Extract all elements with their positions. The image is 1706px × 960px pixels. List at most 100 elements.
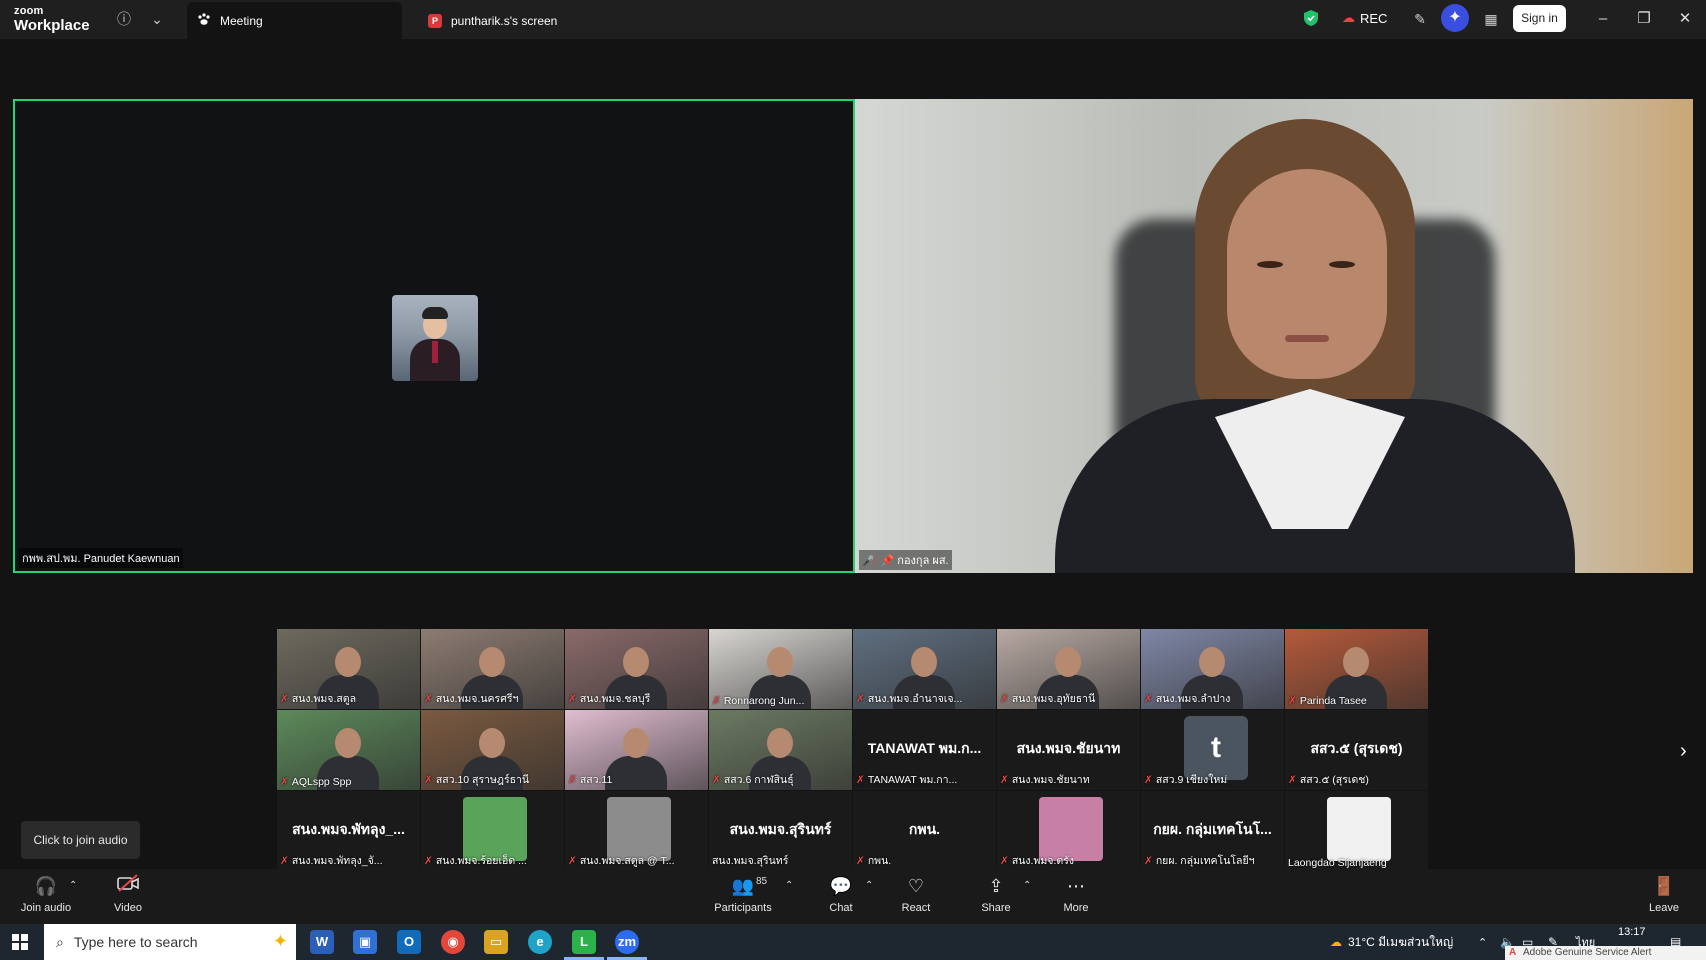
file-explorer-icon[interactable]: ▭ <box>484 930 508 954</box>
participant-tile[interactable]: ✗ สนง.พมจ.อำนาจเจ... <box>853 629 996 709</box>
participant-tile[interactable]: ✗ สสว.10 สุราษฎร์ธานี <box>421 710 564 790</box>
store-icon[interactable]: ▣ <box>353 930 377 954</box>
participant-tile[interactable]: ✗ สนง.พมจ.ตรัง <box>997 791 1140 871</box>
video-label: Video <box>114 902 142 914</box>
participant-tile[interactable]: ✗ สนง.พมจ.อุทัยธานี <box>997 629 1140 709</box>
chevron-down-icon[interactable]: ⌄ <box>147 9 167 29</box>
chat-button[interactable]: 💬 Chat <box>826 874 856 914</box>
sign-in-button[interactable]: Sign in <box>1513 5 1566 32</box>
participant-tile[interactable]: ✗ สนง.พมจ.ลำปาง <box>1141 629 1284 709</box>
participant-name-label: ✗ สนง.พมจ.สตูล <box>280 690 356 707</box>
rec-label: REC <box>1360 10 1388 26</box>
info-icon[interactable]: ⓘ <box>114 9 134 29</box>
tab-meeting[interactable]: Meeting <box>187 2 402 39</box>
outlook-icon[interactable]: O <box>397 930 421 954</box>
participant-name-text: กพน. <box>867 855 892 867</box>
search-highlight-icon: ✦ <box>272 931 288 951</box>
word-icon[interactable]: W <box>310 930 334 954</box>
participants-count-badge: 85 <box>756 876 768 887</box>
tab-shared-screen[interactable]: P puntharik.s's screen <box>418 2 633 39</box>
participant-tile[interactable]: ✗ สนง.พมจ.ร้อยเอ็ด ... <box>421 791 564 871</box>
share-caret-icon[interactable]: ⌃ <box>1023 880 1031 891</box>
participant-name-text: สสว.6 กาฬสินธุ์ <box>723 774 794 786</box>
ai-companion-icon[interactable]: ✦ <box>1441 4 1469 32</box>
participant-tile[interactable]: Laongdao Sijanjaeng <box>1285 791 1428 871</box>
weather-cloud-icon: ☁ <box>1330 935 1342 949</box>
chat-caret-icon[interactable]: ⌃ <box>865 880 873 891</box>
encryption-shield-icon[interactable] <box>1303 9 1319 32</box>
video-tile-active-speaker[interactable]: กพพ.สป.พม. Panudet Kaewnuan <box>13 99 855 573</box>
chrome-icon[interactable]: ◉ <box>441 930 465 954</box>
mic-muted-icon: ✗ <box>856 774 865 786</box>
line-icon[interactable]: L <box>564 930 604 960</box>
weather-widget[interactable]: ☁ 31°C มีเมฆส่วนใหญ่ <box>1330 924 1453 960</box>
participant-tile[interactable]: ✗ สนง.พมจ.สตูล <box>277 629 420 709</box>
participant-tile[interactable]: ✗ สนง.พมจ.สตูล @ T... <box>565 791 708 871</box>
mic-muted-icon: ✗ <box>280 855 289 867</box>
chevron-right-icon[interactable]: › <box>1680 740 1687 763</box>
participant-tile[interactable]: กยผ. กลุ่มเทคโนโ... ✗ กยผ. กลุ่มเทคโนโลยีฯ <box>1141 791 1284 871</box>
participant-name-label: ✗ สสว.6 กาฬสินธุ์ <box>712 771 794 788</box>
leave-icon: 🚪 <box>1652 876 1676 896</box>
mic-muted-icon: ✗ <box>1288 695 1297 707</box>
adobe-alert-toast[interactable]: A Adobe Genuine Service Alert <box>1505 946 1706 960</box>
taskbar-search-box[interactable]: ⌕ Type here to search ✦ <box>44 924 296 960</box>
participant-avatar <box>392 295 478 381</box>
adobe-icon: A <box>1509 947 1517 958</box>
participant-tile[interactable]: สสว.๕ (สุรเดช) ✗ สสว.๕ (สุรเดช) <box>1285 710 1428 790</box>
mic-muted-icon: ✗ <box>424 693 433 705</box>
participant-display-name: สสว.๕ (สุรเดช) <box>1310 740 1403 756</box>
join-audio-label: Join audio <box>20 902 72 914</box>
apps-grid-icon[interactable]: ▦ <box>1481 9 1501 29</box>
participant-tile[interactable]: ✗ AQLspp Spp <box>277 710 420 790</box>
mic-muted-icon: ✗ <box>280 693 289 705</box>
audio-options-caret-icon[interactable]: ⌃ <box>69 880 77 891</box>
participant-tile[interactable]: t ✗ สสว.9 เชียงใหม่ <box>1141 710 1284 790</box>
more-button[interactable]: ⋯ More <box>1060 874 1092 914</box>
participant-tile[interactable]: ✗ สนง.พมจ.ชลบุรี <box>565 629 708 709</box>
edge-icon[interactable]: e <box>528 930 552 954</box>
share-button[interactable]: ⇪ Share <box>980 874 1012 914</box>
join-audio-tooltip[interactable]: Click to join audio <box>21 821 140 859</box>
restore-icon[interactable]: ❐ <box>1633 8 1655 30</box>
zoom-app-icon[interactable]: zm <box>607 930 647 960</box>
participant-name-label: ✗ สนง.พมจ.อำนาจเจ... <box>856 690 962 707</box>
participant-tile[interactable]: สนง.พมจ.พัทลุง_... ✗ สนง.พมจ.พัทลุง_จั... <box>277 791 420 871</box>
participant-tile[interactable]: ✗ สสว.6 กาฬสินธุ์ <box>709 710 852 790</box>
participant-tile[interactable]: ✗ สนง.พมจ.นครศรีฯ <box>421 629 564 709</box>
annotate-pen-icon[interactable]: ✎ <box>1410 9 1430 29</box>
tab-shared-screen-label: puntharik.s's screen <box>451 13 558 28</box>
minimize-icon[interactable]: – <box>1592 8 1614 30</box>
cloud-record-icon: ☁ <box>1342 10 1355 25</box>
close-icon[interactable]: ✕ <box>1674 8 1696 30</box>
participant-tile[interactable]: ✗ สสว.11 <box>565 710 708 790</box>
participant-name-text: TANAWAT พม.กา... <box>867 774 958 786</box>
participant-tile[interactable]: TANAWAT พม.ก... ✗ TANAWAT พม.กา... <box>853 710 996 790</box>
participant-name-label: ✗ สนง.พมจ.สตูล @ T... <box>568 852 675 869</box>
heart-icon: ♡ <box>907 876 925 896</box>
search-icon: ⌕ <box>56 933 64 950</box>
windows-start-icon[interactable] <box>12 934 28 950</box>
participant-name-label: ✗ สสว.๕ (สุรเดช) <box>1288 771 1369 788</box>
participant-tile[interactable]: ✗ Parinda Tasee <box>1285 629 1428 709</box>
participants-caret-icon[interactable]: ⌃ <box>785 880 793 891</box>
join-audio-button[interactable]: 🎧 Join audio <box>20 874 72 914</box>
headphones-icon: 🎧 <box>34 876 58 896</box>
participant-name-label: Laongdao Sijanjaeng <box>1288 857 1387 869</box>
participant-tile[interactable]: กพน. ✗ กพน. <box>853 791 996 871</box>
leave-button[interactable]: 🚪 Leave <box>1648 874 1680 914</box>
video-button[interactable]: Video <box>113 874 143 914</box>
react-button[interactable]: ♡ React <box>900 874 932 914</box>
participant-name-label: ✗ กยผ. กลุ่มเทคโนโลยีฯ <box>1144 852 1255 869</box>
participant-name-text: สนง.พมจ.สตูล <box>291 693 357 705</box>
participant-tile[interactable]: สนง.พมจ.ชัยนาท ✗ สนง.พมจ.ชัยนาท <box>997 710 1140 790</box>
chat-label: Chat <box>829 902 853 914</box>
tray-chevron-icon[interactable]: ⌃ <box>1478 924 1487 960</box>
mic-muted-icon: ✗ <box>424 855 433 867</box>
chat-icon: 💬 <box>829 876 853 896</box>
participant-name-text: สนง.พมจ.สุรินทร์ <box>712 855 789 867</box>
cloud-record-button[interactable]: ☁ REC <box>1342 10 1387 26</box>
participant-tile[interactable]: ✗ Ronnarong Jun... <box>709 629 852 709</box>
video-tile-pinned[interactable]: 🎤̸ 📌 กองกุล ผส. <box>855 99 1693 573</box>
participant-tile[interactable]: สนง.พมจ.สุรินทร์ สนง.พมจ.สุรินทร์ <box>709 791 852 871</box>
